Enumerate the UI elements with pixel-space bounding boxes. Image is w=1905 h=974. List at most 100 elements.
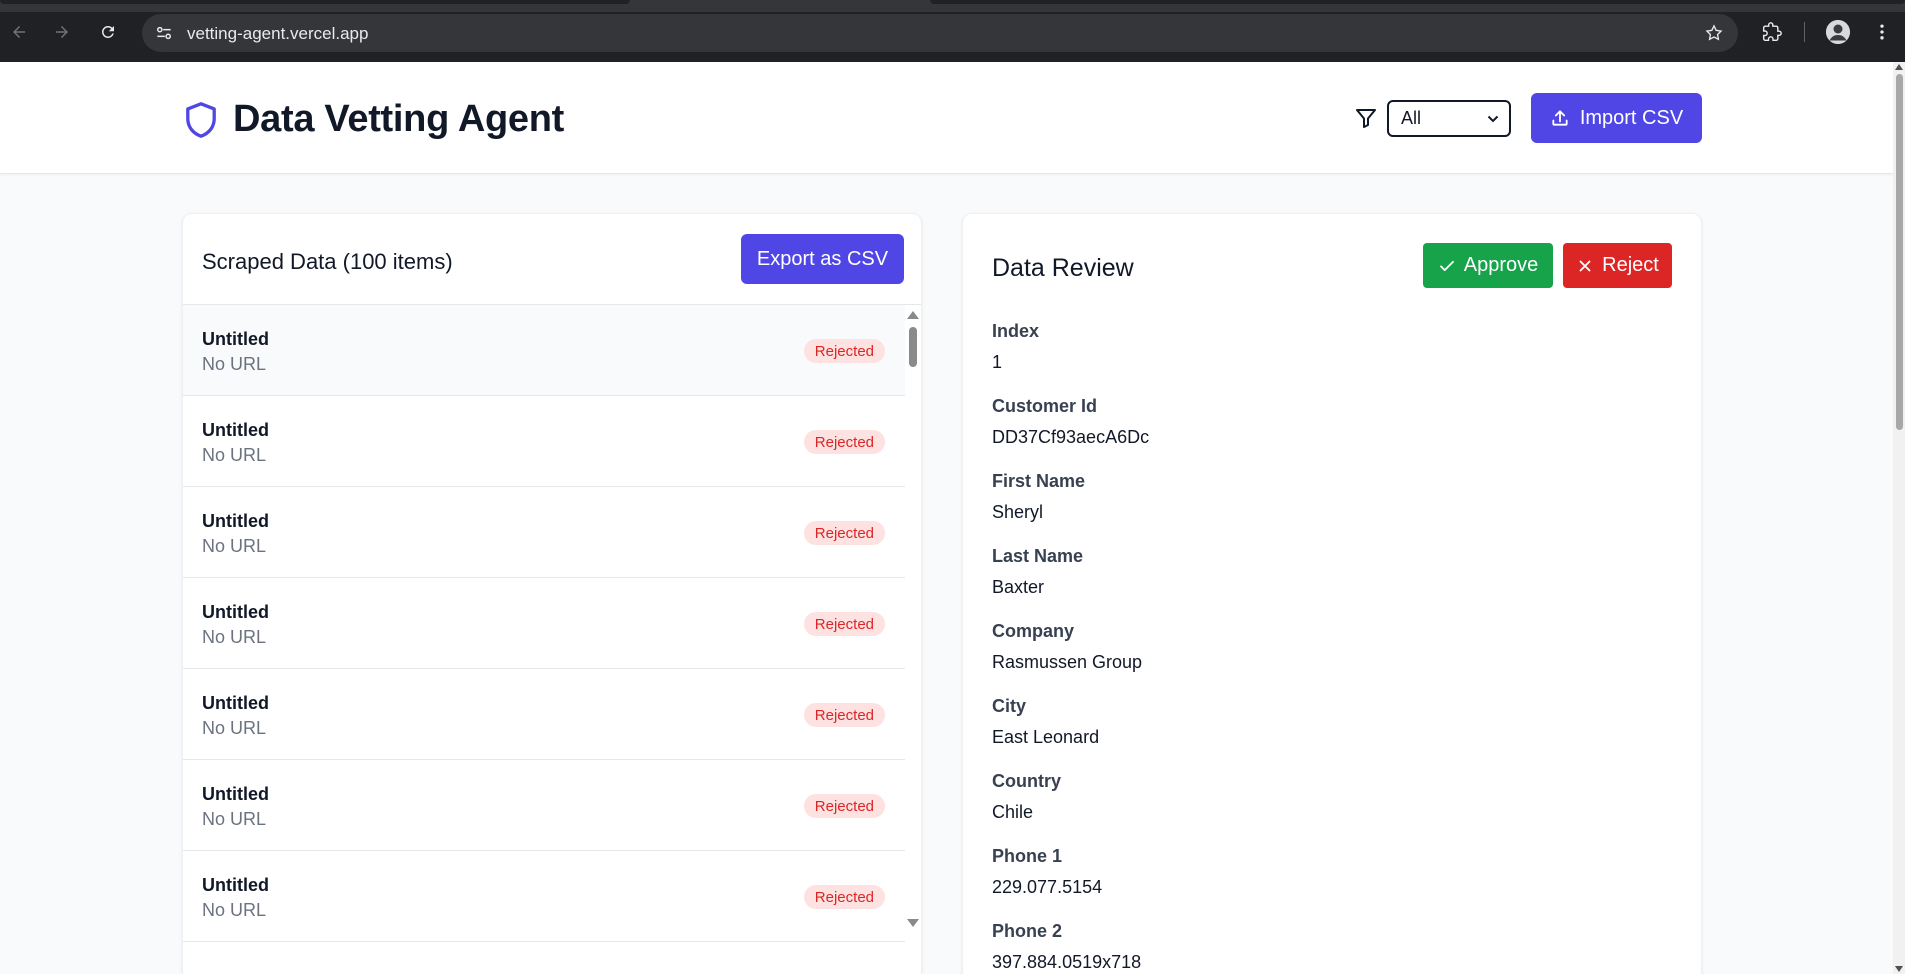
tab-left[interactable] (0, 0, 630, 4)
field-label: Phone 2 (992, 921, 1063, 941)
list-item[interactable]: Untitled No URL Rejected (183, 578, 905, 669)
browser-menu-button[interactable] (1868, 18, 1896, 46)
scroll-down-arrow[interactable] (1895, 966, 1903, 972)
field-value: 397.884.0519x718 (992, 952, 1142, 972)
arrow-right-icon (56, 26, 68, 38)
data-review-panel: Data Review Approve Reject Index 1 Custo… (962, 213, 1702, 974)
reload-icon (101, 25, 114, 38)
bookmark-star-icon[interactable] (1704, 23, 1724, 43)
check-icon (1439, 260, 1454, 271)
reject-label: Reject (1602, 254, 1659, 276)
field-label: First Name (992, 471, 1086, 491)
import-csv-button[interactable]: Import CSV (1531, 93, 1702, 143)
list-scroll-up-arrow[interactable] (907, 311, 919, 319)
field-value: Chile (992, 802, 1034, 822)
field-company: Company Rasmussen Group (992, 621, 1142, 673)
field-customer-id: Customer Id DD37Cf93aecA6Dc (992, 396, 1149, 448)
scraped-data-header: Scraped Data (100 items) Export as CSV (183, 214, 921, 305)
field-value: Rasmussen Group (992, 652, 1143, 672)
status-badge: Rejected (803, 885, 885, 909)
list-item[interactable]: Untitled No URL Rejected (183, 305, 905, 396)
field-index: Index 1 (992, 321, 1039, 373)
field-last-name: Last Name Baxter (992, 546, 1083, 598)
site-settings-icon[interactable] (154, 23, 174, 43)
shield-icon (186, 101, 216, 138)
field-value: 229.077.5154 (992, 877, 1103, 897)
profile-icon (1826, 20, 1850, 44)
tab-strip (0, 0, 1905, 12)
field-label: Country (992, 771, 1061, 791)
scraped-data-list: Untitled No URL Rejected Untitled No URL… (183, 305, 905, 974)
field-value: Sheryl (992, 502, 1044, 522)
status-badge: Rejected (803, 430, 885, 454)
scroll-up-arrow[interactable] (1895, 64, 1903, 70)
field-value: Baxter (992, 577, 1045, 597)
filter-icon (1356, 109, 1376, 128)
field-label: Phone 1 (992, 846, 1063, 866)
page-scrollbar[interactable] (1893, 62, 1905, 974)
toolbar-separator (1804, 22, 1805, 42)
list-item[interactable]: Untitled No URL Rejected (183, 851, 905, 942)
status-badge: Rejected (803, 612, 885, 636)
scraped-data-title: Scraped Data (100 items) (202, 249, 453, 274)
list-scrollbar[interactable] (905, 305, 921, 933)
data-review-title: Data Review (992, 254, 1134, 282)
item-url: No URL (202, 718, 267, 738)
item-url: No URL (202, 354, 267, 374)
field-city: City East Leonard (992, 696, 1099, 748)
extensions-button[interactable] (1758, 18, 1786, 46)
list-item[interactable]: Untitled No URL Rejected (183, 669, 905, 760)
approve-label: Approve (1463, 254, 1539, 276)
upload-icon (1552, 110, 1568, 126)
field-first-name: First Name Sheryl (992, 471, 1085, 523)
field-label: City (992, 696, 1027, 716)
field-phone-1: Phone 1 229.077.5154 (992, 846, 1102, 898)
field-value: East Leonard (992, 727, 1100, 747)
field-phone-2: Phone 2 397.884.0519x718 (992, 921, 1141, 973)
app-header: Data Vetting Agent All Import CSV (0, 62, 1893, 174)
scrollbar-thumb[interactable] (1896, 74, 1903, 430)
list-item[interactable]: Untitled No URL Rejected (183, 487, 905, 578)
profile-avatar[interactable] (1826, 20, 1850, 44)
item-url: No URL (202, 445, 267, 465)
list-scroll-down-arrow[interactable] (907, 919, 919, 927)
browser-chrome: vetting-agent.vercel.app (0, 0, 1905, 62)
forward-button[interactable] (48, 18, 76, 46)
item-url: No URL (202, 809, 267, 829)
export-csv-button[interactable]: Export as CSV (741, 234, 904, 284)
field-value: DD37Cf93aecA6Dc (992, 427, 1150, 447)
tab-right[interactable] (930, 0, 1905, 4)
item-url: No URL (202, 536, 267, 556)
list-scrollbar-thumb[interactable] (909, 327, 917, 367)
item-url: No URL (202, 900, 267, 920)
status-badge: Rejected (803, 339, 885, 363)
status-badge: Rejected (803, 794, 885, 818)
item-title: Untitled (202, 511, 269, 531)
status-filter-select[interactable]: All (1387, 100, 1511, 137)
scraped-data-panel: Scraped Data (100 items) Export as CSV U… (182, 213, 922, 974)
field-label: Customer Id (992, 396, 1098, 416)
field-value: 1 (992, 352, 1003, 372)
address-bar[interactable]: vetting-agent.vercel.app (142, 14, 1738, 52)
list-item[interactable]: Untitled No URL Rejected (183, 396, 905, 487)
status-badge: Rejected (803, 703, 885, 727)
item-url: No URL (202, 627, 267, 647)
list-item[interactable]: Untitled No URL Rejected (183, 760, 905, 851)
chevron-down-icon (1487, 115, 1499, 122)
import-csv-label: Import CSV (1579, 106, 1684, 129)
reject-button[interactable]: Reject (1563, 243, 1672, 288)
reload-button[interactable] (94, 18, 122, 46)
back-button[interactable] (5, 18, 33, 46)
field-country: Country Chile (992, 771, 1061, 823)
app-title: Data Vetting Agent (233, 98, 564, 140)
puzzle-icon (1762, 22, 1782, 42)
item-title: Untitled (202, 784, 269, 804)
field-label: Index (992, 321, 1040, 341)
item-title: Untitled (202, 420, 269, 440)
item-title: Untitled (202, 875, 269, 895)
url-text: vetting-agent.vercel.app (187, 24, 369, 43)
approve-button[interactable]: Approve (1423, 243, 1553, 288)
close-icon (1579, 260, 1591, 271)
filter-selected-value: All (1401, 108, 1422, 128)
item-title: Untitled (202, 602, 269, 622)
